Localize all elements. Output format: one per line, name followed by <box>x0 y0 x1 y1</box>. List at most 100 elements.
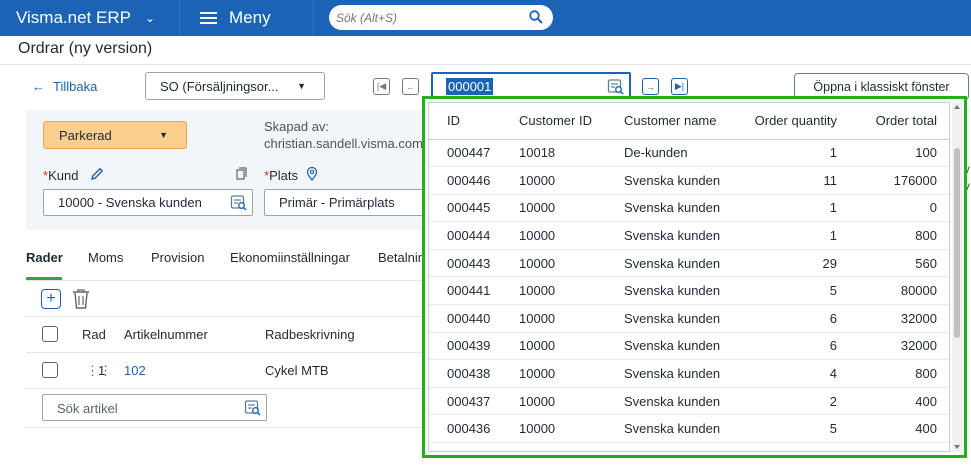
location-label: *Plats <box>264 166 318 184</box>
tab-ekonomiinstallningar[interactable]: Ekonomiinställningar <box>230 250 350 265</box>
cell-order-total: 400 <box>851 387 949 416</box>
order-number-value: 000001 <box>446 78 494 95</box>
cell-customer-id: 10000 <box>501 332 606 361</box>
top-navigation-bar: Visma.net ERP ⌄ Meny <box>0 0 971 36</box>
cell-customer-name: Svenska kunden <box>606 276 734 306</box>
location-field[interactable]: Primär - Primärplats <box>264 189 429 216</box>
cell-customer-id: 10018 <box>501 139 606 168</box>
cell-id: 000440 <box>429 304 501 333</box>
cell-customer-id: 10000 <box>501 442 606 451</box>
table-row[interactable]: 000445 10000 Svenska kunden 1 0 <box>429 194 949 223</box>
cell-order-quantity: 1 <box>734 194 851 223</box>
menu-button[interactable]: Meny <box>180 0 314 36</box>
item-number-link[interactable]: 102 <box>124 363 146 378</box>
grid-bottom-divider <box>26 427 426 428</box>
tab-rader[interactable]: Rader <box>26 250 63 265</box>
global-search <box>329 5 553 30</box>
table-row[interactable]: 000443 10000 Svenska kunden 29 560 <box>429 249 949 278</box>
grid-row-divider <box>26 388 426 389</box>
scroll-down-arrow-icon[interactable] <box>954 445 960 449</box>
tab-provision[interactable]: Provision <box>151 250 204 265</box>
select-all-checkbox[interactable] <box>42 326 58 342</box>
trash-icon[interactable] <box>71 288 91 313</box>
table-row[interactable]: 000437 10000 Svenska kunden 2 400 <box>429 387 949 416</box>
grid-header-top-divider <box>26 316 426 317</box>
column-header-radbeskrivning[interactable]: Radbeskrivning <box>265 327 355 342</box>
search-icon[interactable] <box>529 10 543 27</box>
customer-field[interactable]: 10000 - Svenska kunden <box>43 189 253 216</box>
cell-customer-id: 10000 <box>501 221 606 250</box>
chevron-down-icon: ⌄ <box>144 11 156 25</box>
cell-customer-id: 10000 <box>501 387 606 416</box>
cell-customer-name: Svenska kunden <box>606 166 734 195</box>
row-checkbox[interactable] <box>42 362 58 378</box>
lookup-icon[interactable] <box>607 78 624 98</box>
lookup-icon[interactable] <box>230 194 247 214</box>
copy-icon[interactable] <box>234 167 248 184</box>
back-link[interactable]: ← Tillbaka <box>32 79 97 94</box>
cell-customer-name: Svenska kunden <box>606 387 734 416</box>
status-dropdown[interactable]: Parkerad ▼ <box>43 121 187 149</box>
column-header-rad[interactable]: Rad <box>82 327 106 342</box>
column-header-id[interactable]: ID <box>429 103 501 140</box>
order-lookup-table: ID Customer ID Customer name Order quant… <box>429 103 949 451</box>
previous-record-button[interactable]: ← <box>402 78 419 95</box>
column-header-customer-name[interactable]: Customer name <box>606 103 734 140</box>
cell-id: 000444 <box>429 221 501 250</box>
tab-moms[interactable]: Moms <box>88 250 123 265</box>
cell-order-quantity: 6 <box>734 304 851 333</box>
scrollbar-thumb[interactable] <box>954 148 960 338</box>
cell-customer-name: Svenska kunden <box>606 249 734 278</box>
table-row[interactable]: 000440 10000 Svenska kunden 6 32000 <box>429 304 949 333</box>
menu-label: Meny <box>229 8 271 27</box>
table-row[interactable]: 00043510000Svenska kunden2400 <box>429 442 949 451</box>
arrow-right-icon: → <box>646 81 655 92</box>
cell-customer-id: 10000 <box>501 304 606 333</box>
table-row[interactable]: 000447 10018 De-kunden 1 100 <box>429 139 949 168</box>
order-lookup-grid: ID Customer ID Customer name Order quant… <box>428 102 950 452</box>
table-row[interactable]: 000436 10000 Svenska kunden 5 400 <box>429 414 949 444</box>
last-record-button[interactable]: ▶| <box>671 78 688 95</box>
add-row-button[interactable]: + <box>41 289 61 309</box>
next-record-button[interactable]: → <box>642 78 659 95</box>
table-row[interactable]: 000444 10000 Svenska kunden 1 800 <box>429 221 949 250</box>
item-search-field <box>42 394 267 421</box>
cell-order-total: 32000 <box>851 304 949 333</box>
table-header-row: ID Customer ID Customer name Order quant… <box>429 103 949 140</box>
location-label-text: Plats <box>269 168 298 183</box>
cell-id: 000445 <box>429 194 501 223</box>
pencil-icon[interactable] <box>90 167 104 184</box>
order-type-select[interactable]: SO (Försäljningsor... ▼ <box>145 72 325 100</box>
first-record-button[interactable]: |◀ <box>373 78 390 95</box>
brand-switcher[interactable]: Visma.net ERP ⌄ <box>0 0 180 36</box>
hamburger-icon <box>200 11 217 25</box>
back-label: Tillbaka <box>53 79 98 94</box>
item-search-input[interactable] <box>57 400 237 416</box>
column-header-customer-id[interactable]: Customer ID <box>501 103 606 140</box>
cell-customer-name: Svenska kunden <box>606 221 734 250</box>
dropdown-scrollbar[interactable] <box>952 102 962 452</box>
cell-order-quantity: 1 <box>734 139 851 168</box>
column-header-order-quantity[interactable]: Order quantity <box>734 103 851 140</box>
cell-customer-id: 10000 <box>501 194 606 223</box>
brand-name: Visma.net ERP <box>16 8 131 27</box>
lookup-icon[interactable] <box>244 399 261 419</box>
table-row[interactable]: 000438 10000 Svenska kunden 4 800 <box>429 359 949 388</box>
global-search-input[interactable] <box>336 8 516 27</box>
scroll-up-arrow-icon[interactable] <box>954 105 960 109</box>
arrow-left-icon: ← <box>406 81 415 92</box>
table-row[interactable]: 000446 10000 Svenska kunden 11 176000 <box>429 166 949 195</box>
chevron-down-icon: ▼ <box>159 130 168 140</box>
column-header-artikelnummer[interactable]: Artikelnummer <box>124 327 208 342</box>
table-row[interactable]: 000439 10000 Svenska kunden 6 32000 <box>429 332 949 361</box>
table-row[interactable]: 000441 10000 Svenska kunden 5 80000 <box>429 276 949 306</box>
location-pin-icon[interactable] <box>306 166 318 184</box>
column-header-order-total[interactable]: Order total <box>851 103 949 140</box>
cell-order-total: 560 <box>851 249 949 278</box>
order-type-value: SO (Försäljningsor... <box>160 78 279 94</box>
title-divider <box>0 64 971 65</box>
cell-customer-id: 10000 <box>501 359 606 388</box>
cell-order-quantity: 2 <box>734 387 851 416</box>
cell-order-quantity: 4 <box>734 359 851 388</box>
cell-id: 000447 <box>429 139 501 168</box>
